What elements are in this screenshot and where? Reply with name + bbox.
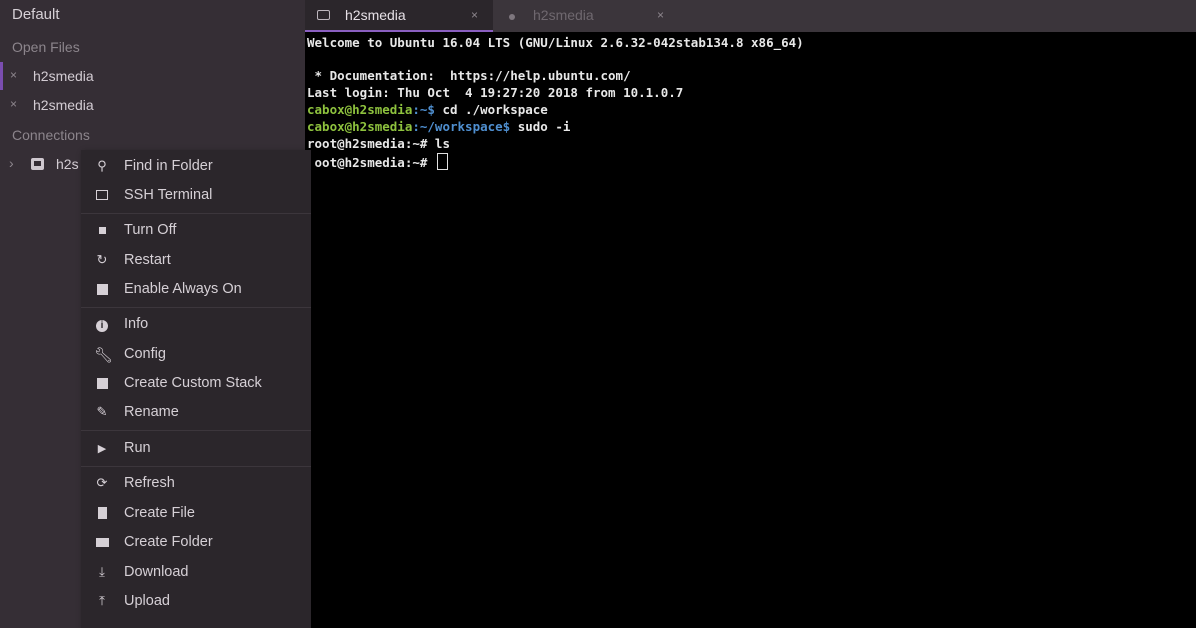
prompt-user: cabox@h2smedia [307, 119, 413, 134]
restart-icon: ↻ [96, 252, 108, 267]
close-icon[interactable]: × [10, 97, 17, 111]
info-icon: i [94, 316, 110, 332]
menu-item-label: Restart [124, 252, 171, 268]
terminal-line: Last login: Thu Oct 4 19:27:20 2018 from… [307, 85, 684, 100]
command-text: cd ./workspace [434, 102, 548, 117]
menu-item-run[interactable]: ▶ Run [81, 435, 311, 463]
menu-item-label: Find in Folder [124, 158, 213, 174]
menu-item-download[interactable]: ⤓ Download [81, 559, 311, 587]
open-files-label: Open Files [12, 39, 80, 55]
menu-item-rename[interactable]: ✎ Rename [81, 399, 311, 427]
stop-icon [94, 222, 110, 237]
connections-label: Connections [12, 127, 90, 143]
upload-icon: ⤒ [99, 593, 105, 608]
menu-item-find-in-folder[interactable]: ⚲ Find in Folder [81, 153, 311, 181]
server-icon [31, 158, 44, 170]
menu-item-label: Create Folder [124, 534, 213, 550]
menu-item-create-custom-stack[interactable]: Create Custom Stack [81, 370, 311, 398]
menu-item-refresh[interactable]: ⟳ Refresh [81, 470, 311, 498]
menu-item-label: SSH Terminal [124, 187, 213, 203]
menu-item-turn-off[interactable]: Turn Off [81, 217, 311, 245]
tab-bar: h2smedia × h2smedia × [305, 0, 1196, 32]
prompt-text: oot@h2smedia:~# [307, 155, 435, 170]
terminal-line: * Documentation: https://help.ubuntu.com… [307, 68, 631, 83]
connection-name: h2s [56, 156, 79, 172]
open-file-name: h2smedia [33, 97, 94, 113]
command-text: sudo -i [510, 119, 571, 134]
terminal-line: Welcome to Ubuntu 16.04 LTS (GNU/Linux 2… [307, 35, 804, 50]
menu-item-info[interactable]: i Info [81, 311, 311, 339]
terminal-line: cabox@h2smedia:~$ cd ./workspace [307, 102, 548, 117]
prompt-path: :~$ [412, 102, 435, 117]
wrench-icon: 🔧︎ [94, 347, 114, 364]
download-icon: ⤓ [99, 564, 105, 579]
terminal-line: root@h2smedia:~# ls [307, 136, 450, 151]
menu-item-label: Download [124, 564, 189, 580]
menu-separator [81, 307, 311, 308]
tab-terminal-h2smedia[interactable]: h2smedia × [305, 0, 493, 32]
menu-item-label: Info [124, 316, 149, 332]
stack-icon [94, 375, 110, 392]
menu-item-label: Refresh [124, 475, 175, 491]
menu-item-label: Upload [124, 593, 170, 609]
menu-item-enable-always-on[interactable]: Enable Always On [81, 276, 311, 304]
menu-separator [81, 213, 311, 214]
pencil-icon: ✎ [96, 404, 108, 419]
tab-label: h2smedia [345, 7, 406, 23]
search-icon: ⚲ [97, 158, 107, 173]
menu-item-label: Enable Always On [124, 281, 242, 297]
menu-item-label: Rename [124, 404, 179, 420]
always-on-icon [94, 281, 110, 298]
refresh-icon: ⟳ [96, 475, 108, 490]
menu-separator [81, 466, 311, 467]
menu-item-label: Create File [124, 505, 195, 521]
workspace-title: Default [12, 6, 60, 23]
terminal-line: cabox@h2smedia:~/workspace$ sudo -i [307, 119, 570, 134]
context-menu: ⚲ Find in Folder SSH Terminal Turn Off ↻… [81, 150, 311, 628]
tab-h2smedia[interactable]: h2smedia × [501, 0, 691, 32]
menu-item-create-file[interactable]: Create File [81, 500, 311, 528]
menu-separator [81, 430, 311, 431]
terminal-pane[interactable]: Welcome to Ubuntu 16.04 LTS (GNU/Linux 2… [305, 32, 1196, 628]
menu-item-ssh-terminal[interactable]: SSH Terminal [81, 182, 311, 210]
menu-item-config[interactable]: 🔧︎ Config [81, 341, 311, 369]
chevron-right-icon[interactable]: › [9, 155, 14, 171]
menu-item-label: Turn Off [124, 222, 177, 238]
terminal-icon [94, 187, 110, 203]
terminal-cursor [436, 153, 448, 170]
file-icon [94, 505, 110, 522]
menu-item-create-folder[interactable]: Create Folder [81, 529, 311, 557]
tab-label: h2smedia [533, 7, 594, 23]
menu-item-restart[interactable]: ↻ Restart [81, 247, 311, 275]
modified-dot-icon [509, 14, 515, 20]
close-icon[interactable]: × [657, 8, 664, 22]
play-icon: ▶ [97, 443, 107, 455]
close-icon[interactable]: × [10, 68, 17, 82]
open-file-item[interactable]: × h2smedia [0, 62, 305, 90]
open-file-item[interactable]: × h2smedia [0, 91, 305, 119]
folder-icon [94, 534, 110, 550]
terminal-line: oot@h2smedia:~# [307, 153, 448, 170]
open-file-name: h2smedia [33, 68, 94, 84]
terminal-icon [317, 10, 330, 20]
prompt-user: cabox@h2smedia [307, 102, 413, 117]
menu-item-upload[interactable]: ⤒ Upload [81, 588, 311, 616]
menu-item-label: Create Custom Stack [124, 375, 262, 391]
menu-item-label: Run [124, 440, 151, 456]
menu-item-label: Config [124, 346, 166, 362]
prompt-path: :~/workspace$ [412, 119, 511, 134]
close-icon[interactable]: × [471, 8, 478, 22]
